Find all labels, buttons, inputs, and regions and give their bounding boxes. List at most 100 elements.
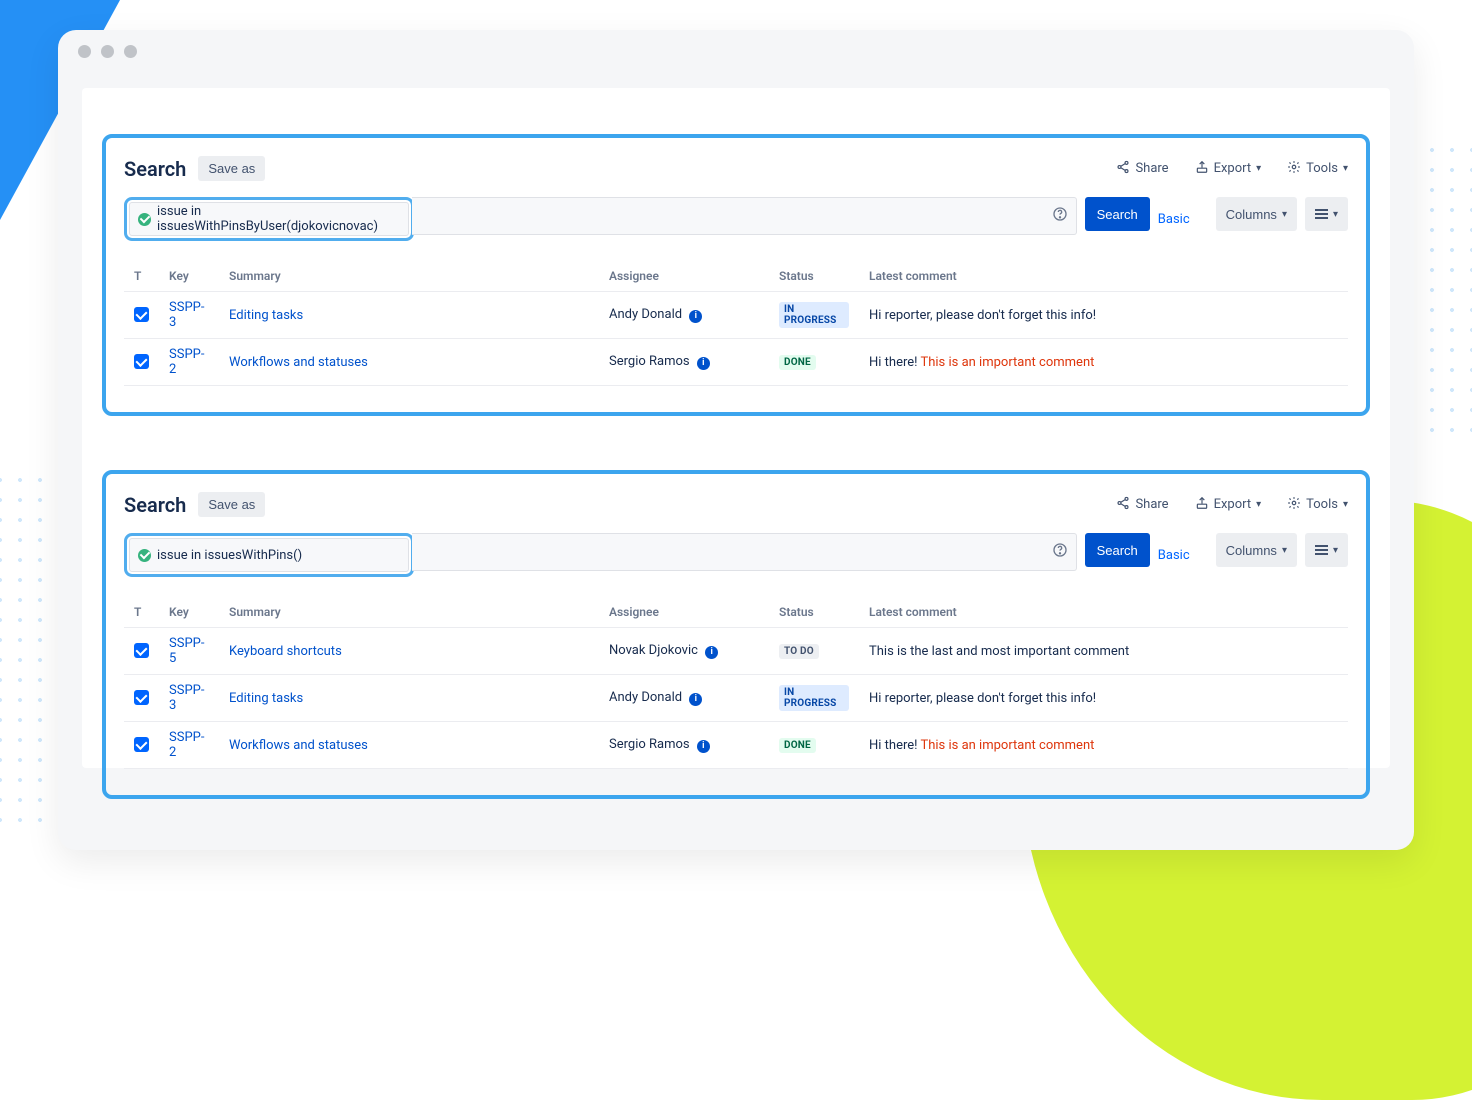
export-icon [1195,496,1209,514]
share-label: Share [1135,161,1168,176]
list-icon [1315,545,1328,555]
content-pane: Search Save as Share Export ▾ Tools ▾ is… [82,88,1390,768]
traffic-dot [78,45,91,58]
tools-label: Tools [1306,161,1338,176]
table-row[interactable]: SSPP-5 Keyboard shortcuts Novak Djokovic… [124,628,1348,675]
issue-key-link[interactable]: SSPP-2 [159,722,219,769]
comment-text: This is the last and most important comm… [869,644,1129,659]
assignee-name: Sergio Ramos [609,354,690,369]
issue-summary-link[interactable]: Keyboard shortcuts [219,628,599,675]
chevron-down-icon: ▾ [1333,209,1338,220]
browser-mock: Search Save as Share Export ▾ Tools ▾ is… [58,30,1414,850]
basic-link[interactable]: Basic [1158,548,1190,563]
valid-check-icon [138,213,151,226]
col-latest-comment[interactable]: Latest comment [859,597,1348,628]
info-icon[interactable]: i [689,693,702,706]
assignee-cell[interactable]: Andy Donald i [599,675,769,722]
jql-input[interactable]: issue in issuesWithPinsByUser(djokovicno… [129,202,409,236]
chevron-down-icon: ▾ [1256,163,1261,174]
chevron-down-icon: ▾ [1282,545,1287,556]
page-title: Search [124,157,186,181]
issue-type-icon [134,737,149,752]
help-icon[interactable] [1052,542,1068,562]
table-row[interactable]: SSPP-3 Editing tasks Andy Donald i IN PR… [124,675,1348,722]
issue-summary-link[interactable]: Workflows and statuses [219,339,599,386]
chevron-down-icon: ▾ [1343,499,1348,510]
col-assignee[interactable]: Assignee [599,261,769,292]
info-icon[interactable]: i [689,310,702,323]
col-summary[interactable]: Summary [219,597,599,628]
assignee-cell[interactable]: Sergio Ramos i [599,339,769,386]
status-badge: DONE [779,738,816,753]
status-badge: IN PROGRESS [779,302,849,328]
share-button[interactable]: Share [1116,496,1168,514]
col-key[interactable]: Key [159,261,219,292]
export-button[interactable]: Export ▾ [1195,160,1262,178]
chevron-down-icon: ▾ [1343,163,1348,174]
gear-icon [1287,496,1301,514]
latest-comment-cell: Hi there! This is an important comment [859,339,1348,386]
assignee-name: Andy Donald [609,690,682,705]
col-assignee[interactable]: Assignee [599,597,769,628]
issue-type-icon [134,690,149,705]
save-as-button[interactable]: Save as [198,156,265,181]
info-icon[interactable]: i [705,646,718,659]
columns-button[interactable]: Columns ▾ [1216,533,1297,567]
jql-input-rest[interactable] [412,197,1077,235]
info-icon[interactable]: i [697,357,710,370]
columns-button[interactable]: Columns ▾ [1216,197,1297,231]
issue-key-link[interactable]: SSPP-5 [159,628,219,675]
latest-comment-cell: This is the last and most important comm… [859,628,1348,675]
export-label: Export [1214,161,1252,176]
basic-link[interactable]: Basic [1158,212,1190,227]
save-as-button[interactable]: Save as [198,492,265,517]
latest-comment-cell: Hi there! This is an important comment [859,722,1348,769]
col-status[interactable]: Status [769,261,859,292]
issue-key-link[interactable]: SSPP-3 [159,675,219,722]
col-key[interactable]: Key [159,597,219,628]
tools-button[interactable]: Tools ▾ [1287,496,1348,514]
issue-summary-link[interactable]: Editing tasks [219,292,599,339]
export-icon [1195,160,1209,178]
columns-label: Columns [1226,543,1277,558]
export-button[interactable]: Export ▾ [1195,496,1262,514]
tools-button[interactable]: Tools ▾ [1287,160,1348,178]
search-button[interactable]: Search [1085,197,1150,231]
jql-input-rest[interactable] [412,533,1077,571]
search-button[interactable]: Search [1085,533,1150,567]
table-row[interactable]: SSPP-2 Workflows and statuses Sergio Ram… [124,339,1348,386]
table-row[interactable]: SSPP-3 Editing tasks Andy Donald i IN PR… [124,292,1348,339]
traffic-dot [101,45,114,58]
assignee-cell[interactable]: Andy Donald i [599,292,769,339]
assignee-cell[interactable]: Sergio Ramos i [599,722,769,769]
assignee-name: Andy Donald [609,307,682,322]
view-options-button[interactable]: ▾ [1305,533,1348,567]
col-status[interactable]: Status [769,597,859,628]
issue-summary-link[interactable]: Editing tasks [219,675,599,722]
chevron-down-icon: ▾ [1282,209,1287,220]
comment-important: This is an important comment [920,738,1094,753]
jql-text: issue in issuesWithPins() [157,548,302,563]
titlebar [58,30,1414,72]
jql-input[interactable]: issue in issuesWithPins() [129,538,409,572]
table-row[interactable]: SSPP-2 Workflows and statuses Sergio Ram… [124,722,1348,769]
issue-key-link[interactable]: SSPP-3 [159,292,219,339]
search-panel: Search Save as Share Export ▾ Tools ▾ is… [102,470,1370,799]
info-icon[interactable]: i [697,740,710,753]
issue-type-icon [134,307,149,322]
issues-table: T Key Summary Assignee Status Latest com… [124,597,1348,769]
col-type[interactable]: T [124,261,159,292]
share-button[interactable]: Share [1116,160,1168,178]
help-icon[interactable] [1052,206,1068,226]
assignee-cell[interactable]: Novak Djokovic i [599,628,769,675]
col-type[interactable]: T [124,597,159,628]
view-options-button[interactable]: ▾ [1305,197,1348,231]
valid-check-icon [138,549,151,562]
col-latest-comment[interactable]: Latest comment [859,261,1348,292]
issue-key-link[interactable]: SSPP-2 [159,339,219,386]
issue-summary-link[interactable]: Workflows and statuses [219,722,599,769]
page-title: Search [124,493,186,517]
columns-label: Columns [1226,207,1277,222]
comment-text: Hi reporter, please don't forget this in… [869,691,1096,706]
col-summary[interactable]: Summary [219,261,599,292]
